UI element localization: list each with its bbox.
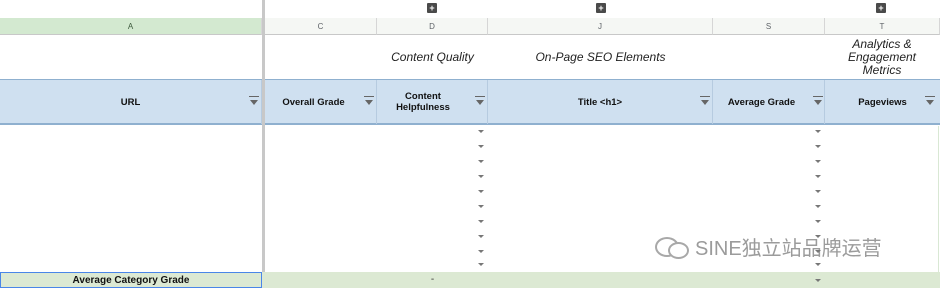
filter-icon-pageviews[interactable] xyxy=(925,96,935,105)
dropdown-arrow-average-grade-4[interactable] xyxy=(815,175,821,178)
column-header-a[interactable]: A xyxy=(0,18,262,35)
header-pageviews-label: Pageviews xyxy=(858,96,907,108)
dropdown-arrow-average-grade-5[interactable] xyxy=(815,190,821,193)
header-overall-grade-label: Overall Grade xyxy=(282,96,345,108)
category-content-quality: Content Quality xyxy=(391,49,474,64)
column-header-d[interactable]: D xyxy=(377,18,488,35)
category-on-page-seo: On-Page SEO Elements xyxy=(535,49,666,64)
expand-group-button-d[interactable]: + xyxy=(427,3,437,13)
frozen-column-divider[interactable] xyxy=(262,0,265,288)
average-category-grade-label[interactable]: Average Category Grade xyxy=(0,272,262,288)
column-header-c[interactable]: C xyxy=(265,18,377,35)
dropdown-arrow-average-grade-3[interactable] xyxy=(815,160,821,163)
watermark: SINE独立站品牌运营 xyxy=(655,232,915,260)
dropdown-arrow-footer-s[interactable] xyxy=(815,279,821,282)
header-title-h1-label: Title <h1> xyxy=(577,96,623,108)
header-url-label: URL xyxy=(120,96,141,108)
expand-group-button-t[interactable]: + xyxy=(876,3,886,13)
column-header-s[interactable]: S xyxy=(713,18,825,35)
group-toggle-row xyxy=(0,0,940,18)
dropdown-arrow-average-grade-10[interactable] xyxy=(815,263,821,266)
watermark-text: SINE独立站品牌运营 xyxy=(695,237,882,260)
header-average-grade: Average Grade xyxy=(713,80,825,124)
dropdown-arrow-content-helpfulness-3[interactable] xyxy=(478,160,484,163)
dropdown-arrow-content-helpfulness-7[interactable] xyxy=(478,220,484,223)
dropdown-arrow-average-grade-1[interactable] xyxy=(815,130,821,133)
header-url: URL xyxy=(0,80,262,124)
filter-icon-content-helpfulness[interactable] xyxy=(475,96,485,105)
category-analytics: Analytics & Engagement Metrics xyxy=(847,36,917,77)
header-content-helpfulness-label: Content Helpfulness xyxy=(396,91,450,113)
dropdown-arrow-content-helpfulness-9[interactable] xyxy=(478,250,484,253)
category-row: Content Quality On-Page SEO Elements Ana… xyxy=(0,35,940,79)
chat-bubbles-icon xyxy=(655,235,689,259)
column-header-bar: A C D J S T xyxy=(0,18,940,35)
dropdown-arrow-average-grade-9[interactable] xyxy=(815,250,821,253)
dropdown-arrow-average-grade-8[interactable] xyxy=(815,235,821,238)
grid-right-border xyxy=(929,126,939,272)
table-header-row: URL Overall Grade Content Helpfulness Ti… xyxy=(0,79,940,125)
dropdown-arrow-average-grade-7[interactable] xyxy=(815,220,821,223)
header-overall-grade: Overall Grade xyxy=(265,80,377,124)
dropdown-arrow-content-helpfulness-6[interactable] xyxy=(478,205,484,208)
header-title-h1: Title <h1> xyxy=(488,80,713,124)
footer-value-d[interactable]: - xyxy=(377,272,488,288)
header-pageviews: Pageviews xyxy=(825,80,940,124)
dropdown-arrow-average-grade-2[interactable] xyxy=(815,145,821,148)
dropdown-arrow-content-helpfulness-2[interactable] xyxy=(478,145,484,148)
dropdown-arrow-average-grade-6[interactable] xyxy=(815,205,821,208)
filter-icon-average-grade[interactable] xyxy=(813,96,823,105)
column-header-j[interactable]: J xyxy=(488,18,713,35)
dropdown-arrow-content-helpfulness-8[interactable] xyxy=(478,235,484,238)
dropdown-arrow-content-helpfulness-1[interactable] xyxy=(478,130,484,133)
filter-icon-title-h1[interactable] xyxy=(700,96,710,105)
filter-icon-overall-grade[interactable] xyxy=(364,96,374,105)
dropdown-arrow-content-helpfulness-4[interactable] xyxy=(478,175,484,178)
dropdown-arrow-content-helpfulness-10[interactable] xyxy=(478,263,484,266)
filter-icon-url[interactable] xyxy=(249,96,259,105)
expand-group-button-j[interactable]: + xyxy=(596,3,606,13)
header-average-grade-label: Average Grade xyxy=(727,96,796,108)
header-content-helpfulness: Content Helpfulness xyxy=(377,80,488,124)
dropdown-arrow-content-helpfulness-5[interactable] xyxy=(478,190,484,193)
column-header-t[interactable]: T xyxy=(825,18,940,35)
